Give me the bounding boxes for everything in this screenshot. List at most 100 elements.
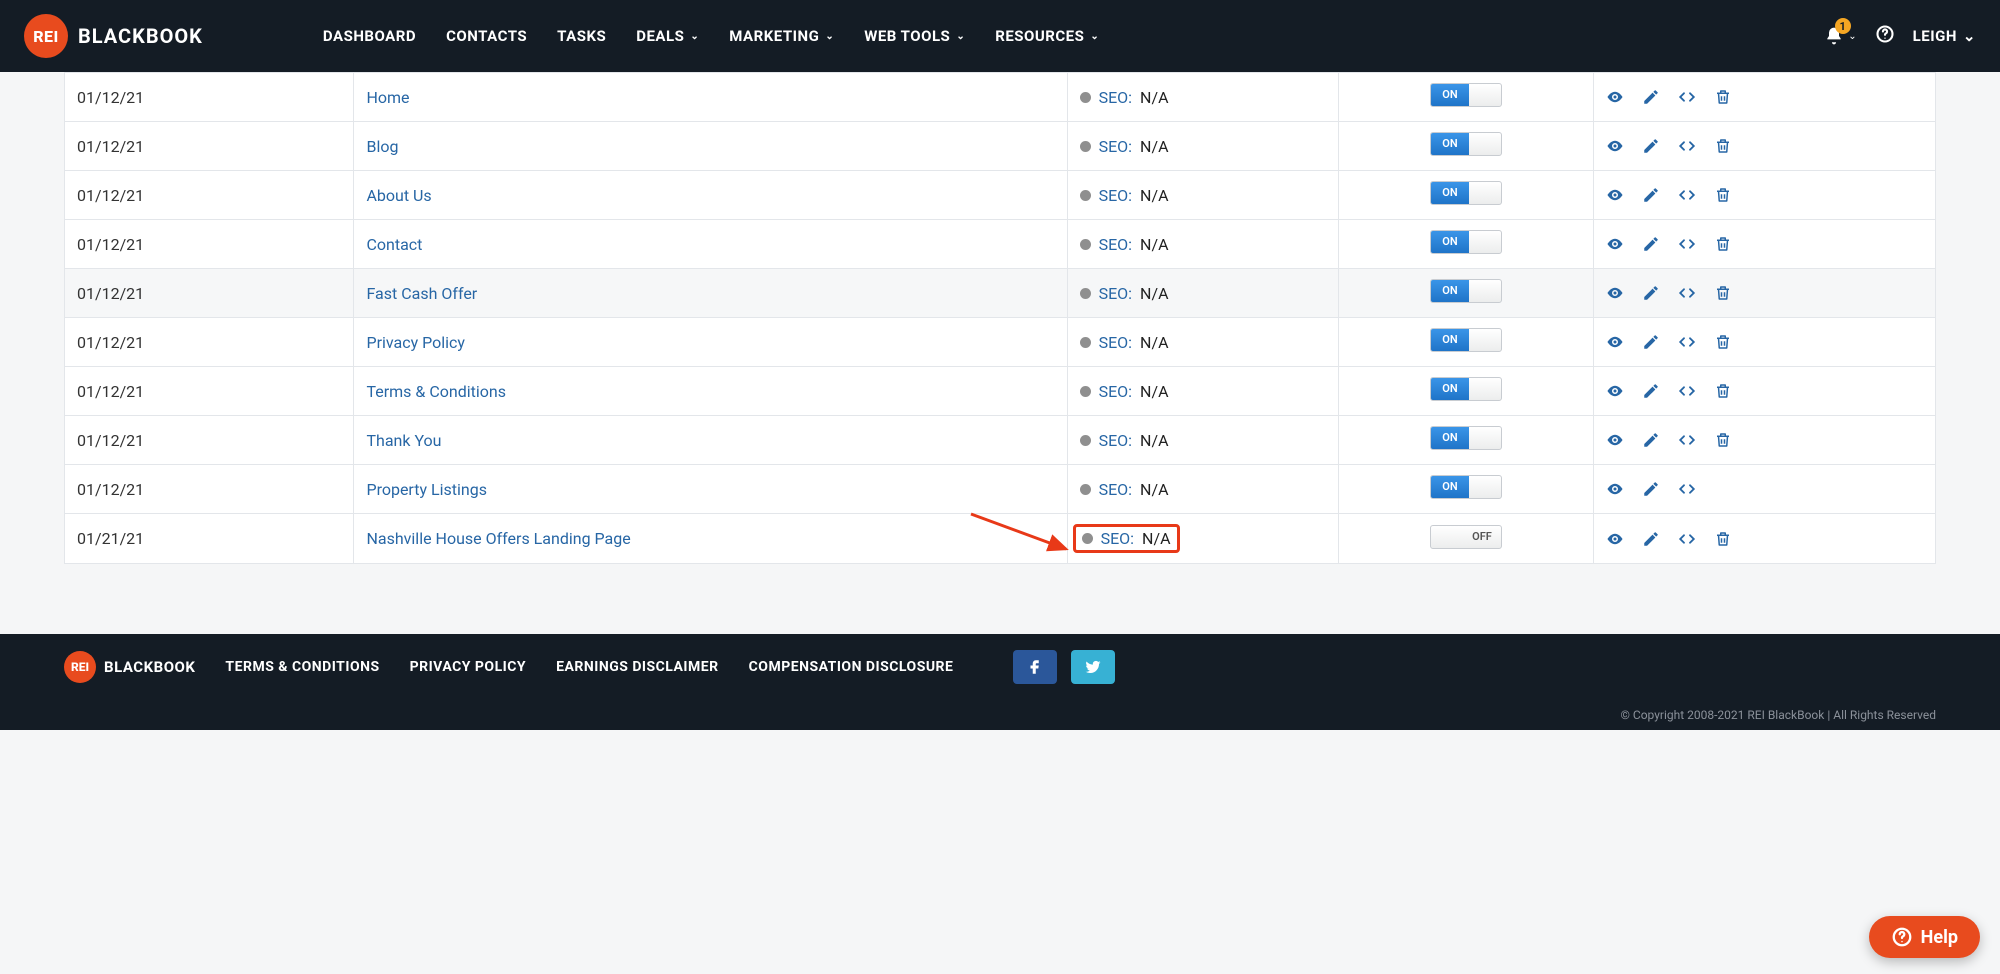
eye-icon xyxy=(1606,137,1624,155)
status-toggle[interactable] xyxy=(1430,230,1502,254)
footer-terms[interactable]: TERMS & CONDITIONS xyxy=(225,659,379,675)
seo-link[interactable]: SEO: xyxy=(1099,137,1132,156)
edit-button[interactable] xyxy=(1642,431,1660,449)
edit-button[interactable] xyxy=(1642,480,1660,498)
view-button[interactable] xyxy=(1606,530,1624,548)
facebook-link[interactable] xyxy=(1013,650,1057,684)
row-actions xyxy=(1606,480,1923,498)
delete-button[interactable] xyxy=(1714,88,1732,106)
page-link[interactable]: About Us xyxy=(366,186,431,205)
nav-webtools[interactable]: WEB TOOLS⌄ xyxy=(864,27,965,45)
page-link[interactable]: Home xyxy=(366,88,409,107)
view-button[interactable] xyxy=(1606,186,1624,204)
page-link[interactable]: Property Listings xyxy=(366,480,487,499)
page-link[interactable]: Thank You xyxy=(366,431,441,450)
delete-button[interactable] xyxy=(1714,333,1732,351)
embed-button[interactable] xyxy=(1678,382,1696,400)
delete-button[interactable] xyxy=(1714,235,1732,253)
seo-link[interactable]: SEO: xyxy=(1099,235,1132,254)
embed-button[interactable] xyxy=(1678,186,1696,204)
status-toggle[interactable] xyxy=(1430,181,1502,205)
row-date: 01/12/21 xyxy=(65,171,354,220)
seo-link[interactable]: SEO: xyxy=(1099,186,1132,205)
seo-link[interactable]: SEO: xyxy=(1099,333,1132,352)
delete-button[interactable] xyxy=(1714,382,1732,400)
delete-button[interactable] xyxy=(1714,186,1732,204)
page-link[interactable]: Fast Cash Offer xyxy=(366,284,477,303)
edit-button[interactable] xyxy=(1642,235,1660,253)
status-toggle[interactable] xyxy=(1430,279,1502,303)
status-toggle[interactable] xyxy=(1430,475,1502,499)
footer-compensation[interactable]: COMPENSATION DISCLOSURE xyxy=(749,659,954,675)
page-link[interactable]: Blog xyxy=(366,137,398,156)
footer-privacy[interactable]: PRIVACY POLICY xyxy=(410,659,527,675)
status-toggle[interactable] xyxy=(1430,83,1502,107)
status-toggle[interactable] xyxy=(1430,426,1502,450)
twitter-link[interactable] xyxy=(1071,650,1115,684)
edit-button[interactable] xyxy=(1642,530,1660,548)
embed-button[interactable] xyxy=(1678,88,1696,106)
delete-button[interactable] xyxy=(1714,431,1732,449)
status-toggle[interactable] xyxy=(1430,328,1502,352)
embed-button[interactable] xyxy=(1678,480,1696,498)
edit-button[interactable] xyxy=(1642,88,1660,106)
user-menu[interactable]: LEIGH⌄ xyxy=(1913,27,1976,45)
trash-icon xyxy=(1714,382,1732,400)
view-button[interactable] xyxy=(1606,382,1624,400)
seo-link[interactable]: SEO: xyxy=(1099,431,1132,450)
edit-button[interactable] xyxy=(1642,333,1660,351)
delete-button[interactable] xyxy=(1714,530,1732,548)
nav-contacts[interactable]: CONTACTS xyxy=(446,27,527,45)
brand-logo[interactable]: REI BLACKBOOK xyxy=(24,14,203,58)
page-link[interactable]: Privacy Policy xyxy=(366,333,465,352)
edit-button[interactable] xyxy=(1642,284,1660,302)
view-button[interactable] xyxy=(1606,235,1624,253)
page-link[interactable]: Contact xyxy=(366,235,422,254)
embed-button[interactable] xyxy=(1678,137,1696,155)
seo-value: N/A xyxy=(1140,333,1168,352)
nav-dashboard[interactable]: DASHBOARD xyxy=(323,27,416,45)
seo-link[interactable]: SEO: xyxy=(1101,529,1134,548)
embed-button[interactable] xyxy=(1678,431,1696,449)
edit-button[interactable] xyxy=(1642,137,1660,155)
nav-marketing[interactable]: MARKETING⌄ xyxy=(729,27,834,45)
pencil-icon xyxy=(1642,333,1660,351)
view-button[interactable] xyxy=(1606,480,1624,498)
view-button[interactable] xyxy=(1606,137,1624,155)
status-toggle[interactable] xyxy=(1430,377,1502,401)
view-button[interactable] xyxy=(1606,88,1624,106)
page-link[interactable]: Terms & Conditions xyxy=(366,382,506,401)
embed-button[interactable] xyxy=(1678,235,1696,253)
view-button[interactable] xyxy=(1606,431,1624,449)
view-button[interactable] xyxy=(1606,284,1624,302)
chevron-down-icon: ⌄ xyxy=(956,31,965,42)
seo-value: N/A xyxy=(1140,137,1168,156)
nav-deals[interactable]: DEALS⌄ xyxy=(636,27,699,45)
edit-button[interactable] xyxy=(1642,186,1660,204)
help-button[interactable]: Help xyxy=(1869,916,1980,958)
nav-resources[interactable]: RESOURCES⌄ xyxy=(995,27,1099,45)
table-row: 01/12/21About UsSEO: N/A xyxy=(65,171,1936,220)
embed-button[interactable] xyxy=(1678,333,1696,351)
help-icon[interactable] xyxy=(1875,24,1895,48)
embed-button[interactable] xyxy=(1678,530,1696,548)
delete-button[interactable] xyxy=(1714,137,1732,155)
trash-icon xyxy=(1714,284,1732,302)
page-link[interactable]: Nashville House Offers Landing Page xyxy=(366,529,630,548)
seo-cell: SEO: N/A xyxy=(1067,465,1339,514)
footer-earnings[interactable]: EARNINGS DISCLAIMER xyxy=(556,659,719,675)
seo-link[interactable]: SEO: xyxy=(1099,480,1132,499)
status-toggle[interactable] xyxy=(1430,132,1502,156)
footer-logo[interactable]: REI BLACKBOOK xyxy=(64,651,195,683)
edit-button[interactable] xyxy=(1642,382,1660,400)
seo-link[interactable]: SEO: xyxy=(1099,88,1132,107)
embed-button[interactable] xyxy=(1678,284,1696,302)
user-name: LEIGH xyxy=(1913,27,1957,45)
seo-link[interactable]: SEO: xyxy=(1099,284,1132,303)
notifications-button[interactable]: 1 ⌄ xyxy=(1824,26,1856,46)
view-button[interactable] xyxy=(1606,333,1624,351)
seo-link[interactable]: SEO: xyxy=(1099,382,1132,401)
nav-tasks[interactable]: TASKS xyxy=(557,27,606,45)
delete-button[interactable] xyxy=(1714,284,1732,302)
status-toggle[interactable] xyxy=(1430,525,1502,549)
